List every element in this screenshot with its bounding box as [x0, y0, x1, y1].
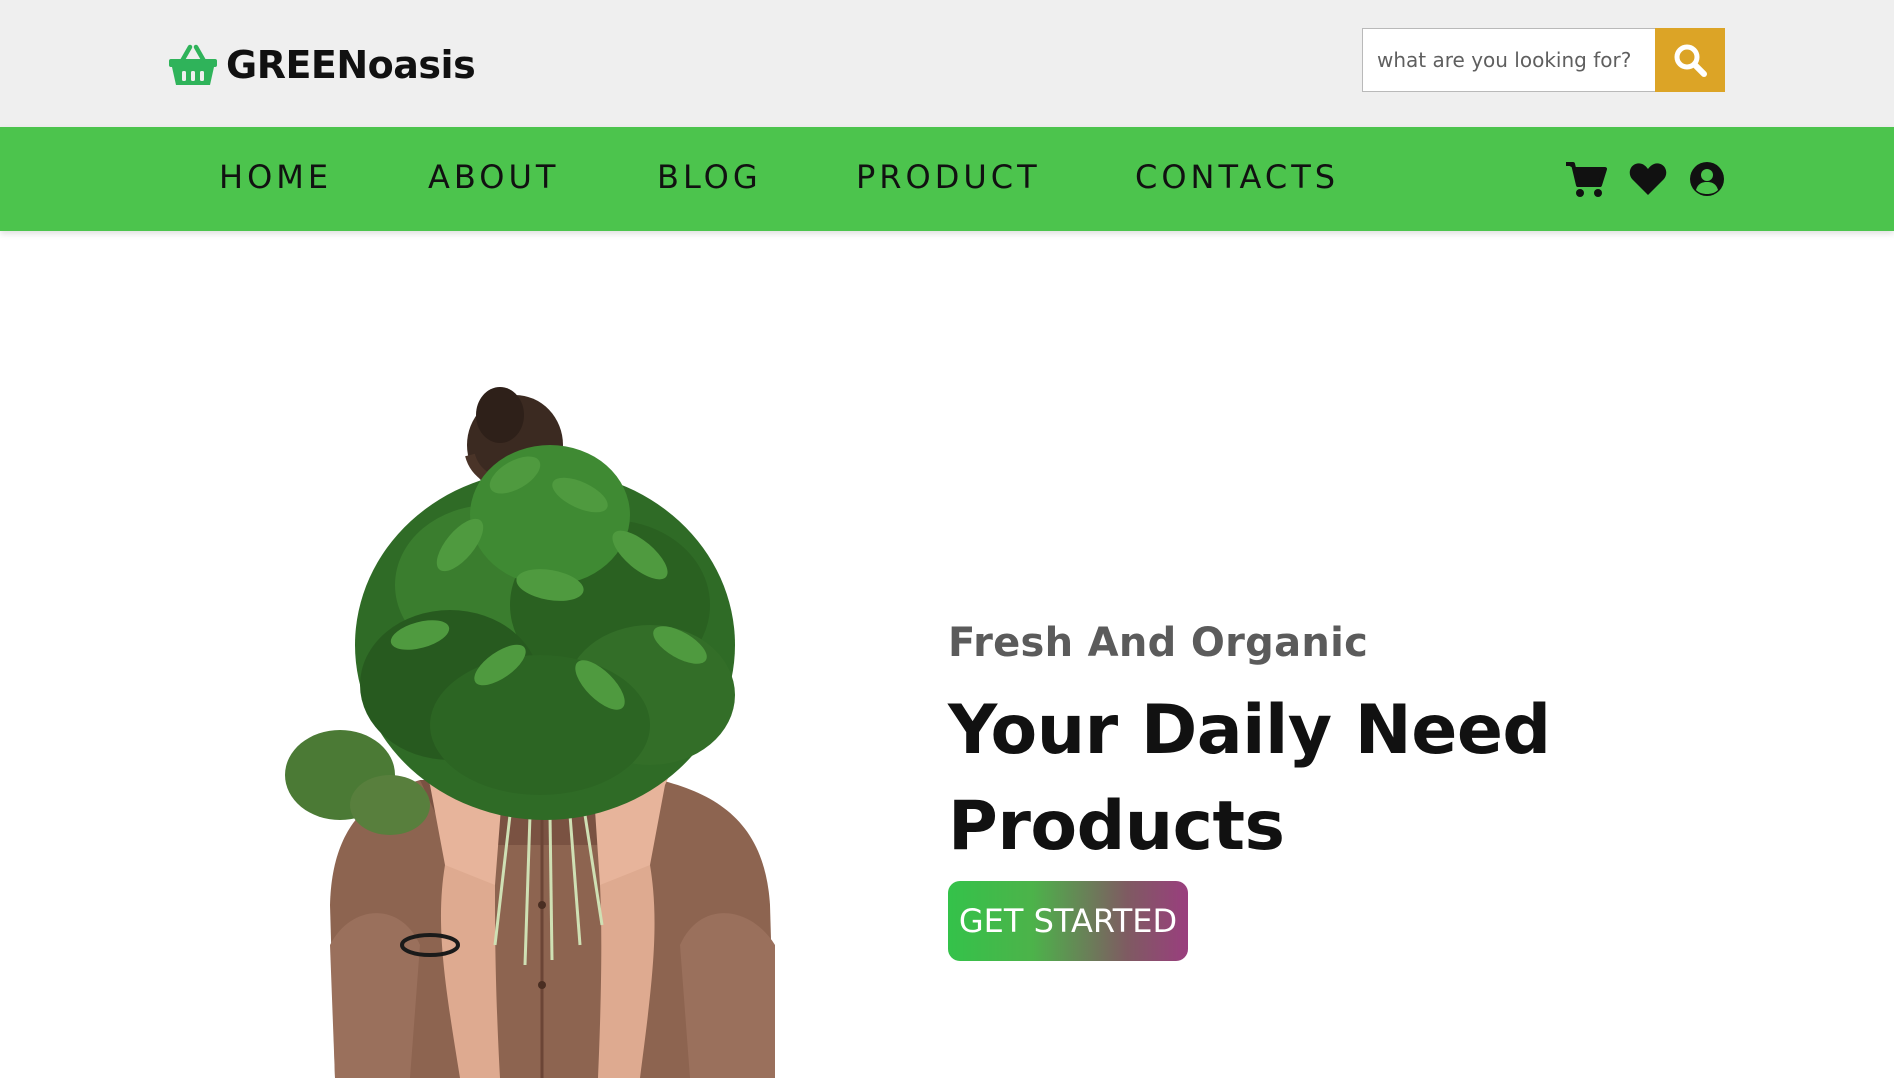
woman-holding-greens-image [280, 385, 820, 1078]
search-input[interactable] [1362, 28, 1655, 92]
nav-item-contacts[interactable]: CONTACTS [1135, 157, 1339, 197]
get-started-button[interactable]: GET STARTED [948, 881, 1188, 961]
brand-logo[interactable]: GREENoasis [168, 40, 476, 90]
hero-title-line-2: Products [948, 787, 1285, 866]
cart-icon[interactable] [1565, 160, 1607, 198]
search-bar [1362, 28, 1725, 92]
hero-subtitle: Fresh And Organic [948, 620, 1369, 666]
nav-item-about[interactable]: ABOUT [428, 157, 559, 197]
search-button[interactable] [1655, 28, 1725, 92]
basket-icon [169, 44, 217, 85]
top-header: GREENoasis [0, 0, 1894, 127]
nav-icon-group [1565, 159, 1725, 199]
hero-text: Fresh And Organic Your Daily Need Produc… [948, 615, 1648, 875]
nav-item-product[interactable]: PRODUCT [856, 157, 1041, 197]
nav-item-home[interactable]: HOME [219, 157, 332, 197]
user-icon[interactable] [1689, 161, 1725, 197]
hero-title-line-1: Your Daily Need [948, 691, 1551, 770]
nav-item-blog[interactable]: BLOG [657, 157, 762, 197]
main-navigation: HOME ABOUT BLOG PRODUCT CONTACTS [0, 127, 1894, 231]
hero-title: Your Daily Need Products [948, 683, 1648, 875]
brand-name: GREENoasis [226, 43, 476, 87]
search-icon [1674, 44, 1707, 77]
heart-icon[interactable] [1629, 162, 1667, 196]
